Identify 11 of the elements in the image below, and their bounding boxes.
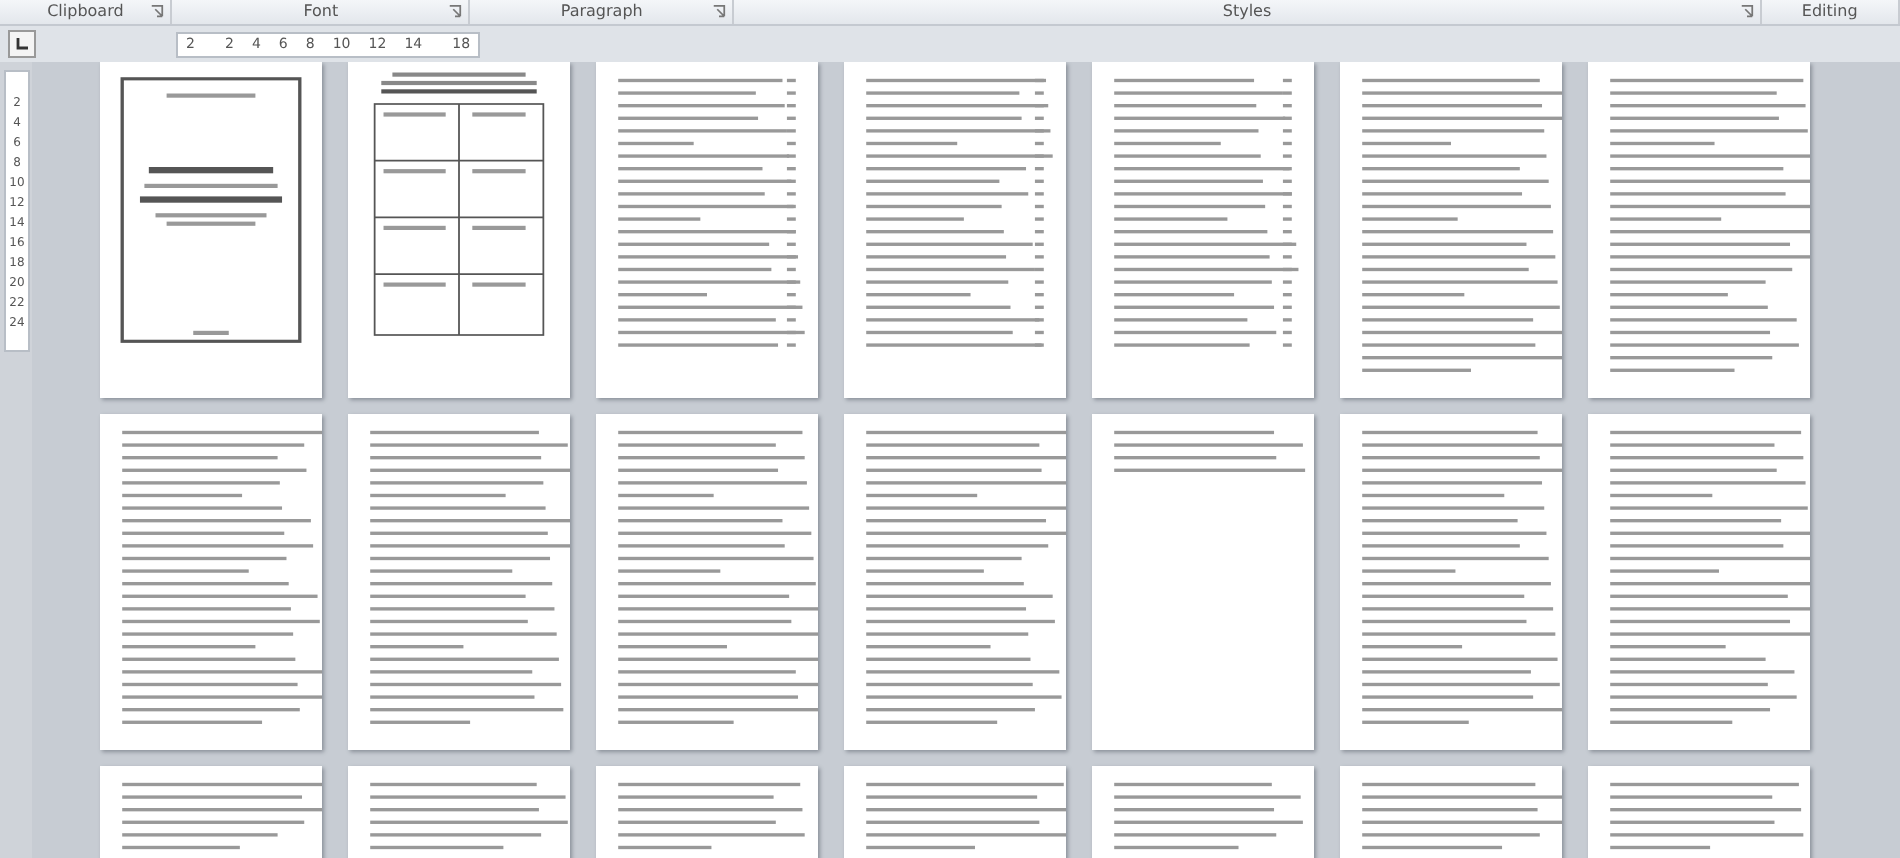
group-label: Editing — [1801, 2, 1858, 22]
dialog-launcher-icon[interactable] — [712, 4, 727, 18]
dialog-launcher-icon[interactable] — [448, 4, 463, 18]
group-label: Styles — [1222, 2, 1272, 22]
dialog-launcher-icon[interactable] — [150, 4, 165, 18]
group-label: Font — [303, 2, 339, 22]
dialog-launcher-icon[interactable] — [1739, 4, 1754, 18]
tab-stop-icon — [14, 36, 30, 52]
group-label: Paragraph — [560, 2, 643, 22]
tab-selector-button[interactable] — [8, 30, 36, 58]
group-label: Clipboard — [47, 2, 124, 22]
